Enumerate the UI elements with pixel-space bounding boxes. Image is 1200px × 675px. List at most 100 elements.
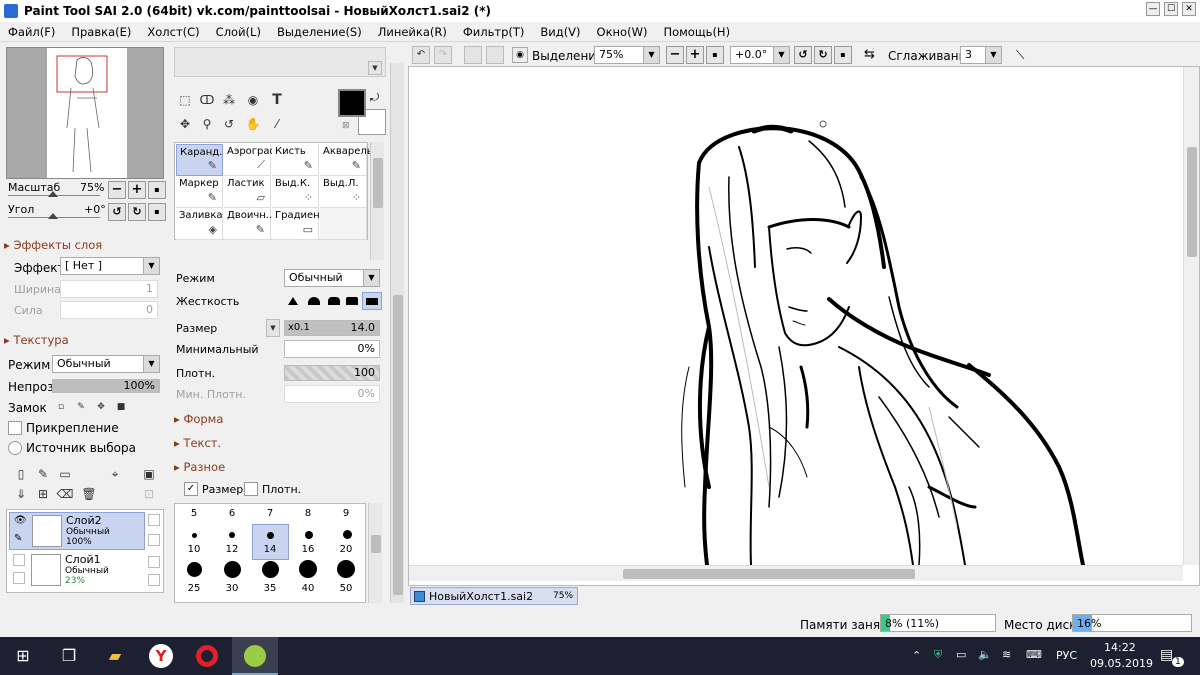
- yandex-browser-icon[interactable]: Y: [138, 637, 184, 675]
- size-presets-scrollbar[interactable]: [368, 503, 382, 603]
- clock-time[interactable]: 14:22: [1104, 641, 1136, 654]
- menu-file[interactable]: Файл(F): [0, 25, 63, 39]
- select-brush-icon[interactable]: ◉: [244, 91, 262, 109]
- layer2-select-checkbox[interactable]: [148, 514, 160, 526]
- layer-effects-section[interactable]: ▸ Эффекты слоя: [4, 238, 102, 252]
- size-bar[interactable]: x0.1 14.0: [284, 320, 380, 336]
- size-pressure-checkbox[interactable]: ✓: [184, 482, 198, 496]
- size-multiplier-dropdown[interactable]: ▼: [266, 319, 280, 337]
- menu-help[interactable]: Помощь(H): [655, 25, 738, 39]
- brush-select-pen[interactable]: Выд.К. ⁘: [272, 176, 319, 208]
- transfer-down-icon[interactable]: ⇓: [12, 485, 30, 503]
- canvas-tab[interactable]: НовыйХолст1.sai2 75%: [410, 587, 578, 605]
- brush-marker[interactable]: Маркер ✎: [176, 176, 223, 208]
- size-preset-14[interactable]: 14: [251, 544, 289, 562]
- canvas-vscroll[interactable]: [1183, 67, 1199, 565]
- menu-edit[interactable]: Правка(E): [63, 25, 139, 39]
- new-folder-icon[interactable]: ▭: [56, 465, 74, 483]
- size-preset-25[interactable]: 25: [175, 583, 213, 601]
- menu-view[interactable]: Вид(V): [532, 25, 588, 39]
- strip-scroll-down[interactable]: ▼: [368, 61, 382, 75]
- maximize-button[interactable]: ☐: [1164, 2, 1178, 16]
- undo-button[interactable]: ↶: [412, 46, 430, 64]
- canvas-zoom-in-button[interactable]: +: [686, 46, 704, 64]
- canvas-hscroll-thumb[interactable]: [623, 569, 915, 579]
- hardness-2-icon[interactable]: [308, 297, 320, 305]
- shape-section[interactable]: ▸ Форма: [174, 412, 223, 426]
- texture-section[interactable]: ▸ Текстура: [4, 333, 69, 347]
- misc-section[interactable]: ▸ Разное: [174, 460, 225, 474]
- menu-filter[interactable]: Фильтр(T): [455, 25, 533, 39]
- density-pressure-checkbox[interactable]: [244, 482, 258, 496]
- layer1-select-checkbox-2[interactable]: [148, 574, 160, 586]
- security-shield-icon[interactable]: ⛨: [934, 648, 942, 662]
- swap-colors-icon[interactable]: ⤾: [370, 91, 379, 105]
- volume-icon[interactable]: 🔈: [978, 648, 992, 661]
- menu-window[interactable]: Окно(W): [589, 25, 656, 39]
- nav-rotate-ccw-button[interactable]: ↺: [108, 203, 126, 221]
- clock-date[interactable]: 09.05.2019: [1090, 657, 1153, 670]
- ruler-layer-icon[interactable]: ⌖: [106, 465, 124, 483]
- close-button[interactable]: ✕: [1182, 2, 1196, 16]
- menu-ruler[interactable]: Линейка(R): [370, 25, 455, 39]
- size-preset-8[interactable]: 8: [289, 508, 327, 526]
- size-preset-12[interactable]: 12: [213, 544, 251, 562]
- painttool-sai-icon[interactable]: [232, 637, 278, 675]
- lock-draw-icon[interactable]: ✎: [72, 398, 90, 416]
- selection-source-radio[interactable]: [8, 441, 22, 455]
- layer-row-layer2[interactable]: 👁 ✎ Слой2 Обычный 100%: [9, 512, 145, 550]
- wifi-icon[interactable]: ≋: [1002, 648, 1011, 661]
- lock-move-icon[interactable]: ✥: [92, 398, 110, 416]
- brush-grid-scroll-thumb[interactable]: [373, 158, 383, 208]
- text-tool-icon[interactable]: T: [268, 91, 286, 109]
- size-preset-6[interactable]: 6: [213, 508, 251, 526]
- new-vector-layer-icon[interactable]: ✎: [34, 465, 52, 483]
- canvas-zoom-out-button[interactable]: −: [666, 46, 684, 64]
- navigator-preview[interactable]: [6, 47, 164, 179]
- hardness-3-icon[interactable]: [328, 297, 340, 305]
- smoothing-select[interactable]: 3 ▼: [960, 46, 1002, 64]
- brush-eraser[interactable]: Ластик ▱: [224, 176, 271, 208]
- layer1-select-checkbox[interactable]: [148, 556, 160, 568]
- canvas-rotate-cw-button[interactable]: ↻: [814, 46, 832, 64]
- minimize-button[interactable]: —: [1146, 2, 1160, 16]
- canvas-rotate-reset-button[interactable]: ▪: [834, 46, 852, 64]
- edit-toggle[interactable]: [13, 572, 25, 584]
- mask-layer-icon[interactable]: ▣: [140, 465, 158, 483]
- new-layer-icon[interactable]: ▯: [12, 465, 30, 483]
- clip-checkbox[interactable]: [8, 421, 22, 435]
- brush-pencil[interactable]: Каранд. ✎: [176, 144, 223, 176]
- canvas-rotate-ccw-button[interactable]: ↺: [794, 46, 812, 64]
- hand-icon[interactable]: ✋: [244, 115, 262, 133]
- canvas-hscroll[interactable]: [409, 565, 1183, 581]
- nav-zoom-in-button[interactable]: +: [128, 181, 146, 199]
- brush-brush[interactable]: Кисть ✎: [272, 144, 319, 176]
- size-preset-40[interactable]: 40: [289, 583, 327, 601]
- move-icon[interactable]: ✥: [176, 115, 194, 133]
- visibility-toggle[interactable]: [13, 554, 25, 566]
- rotate-tool-icon[interactable]: ↺: [220, 115, 238, 133]
- size-preset-9[interactable]: 9: [327, 508, 365, 526]
- brush-gradient[interactable]: Градиент ▭: [272, 208, 326, 240]
- clear-layer-icon[interactable]: ⌫: [56, 485, 74, 503]
- brush-mode-select[interactable]: Обычный ▼: [284, 269, 380, 287]
- hardness-hard-button[interactable]: [362, 292, 382, 310]
- pressure-curve-icon[interactable]: ⟍: [1016, 48, 1024, 63]
- flip-horizontal-icon[interactable]: ⇆: [864, 47, 875, 62]
- eyedropper-icon[interactable]: ⁄: [268, 115, 286, 133]
- language-indicator[interactable]: РУС: [1056, 649, 1077, 662]
- layer2-select-checkbox-2[interactable]: [148, 534, 160, 546]
- eye-icon[interactable]: ◉: [512, 47, 528, 63]
- density-bar[interactable]: 100: [284, 365, 380, 381]
- magic-wand-icon[interactable]: ⁂: [220, 91, 238, 109]
- zoom-slider-handle[interactable]: [48, 191, 58, 197]
- invert-selection-button[interactable]: [486, 46, 504, 64]
- opacity-bar[interactable]: 100%: [52, 379, 160, 393]
- canvas-zoom-reset-button[interactable]: ▪: [706, 46, 724, 64]
- canvas-angle-select[interactable]: +0.0° ▼: [730, 46, 790, 64]
- transparent-color-icon[interactable]: ⊠: [342, 121, 350, 131]
- nav-zoom-reset-button[interactable]: ▪: [148, 181, 166, 199]
- brush-binary-pen[interactable]: Двоичн... ✎: [224, 208, 275, 240]
- opera-icon[interactable]: [184, 637, 230, 675]
- size-preset-50[interactable]: 50: [327, 583, 365, 601]
